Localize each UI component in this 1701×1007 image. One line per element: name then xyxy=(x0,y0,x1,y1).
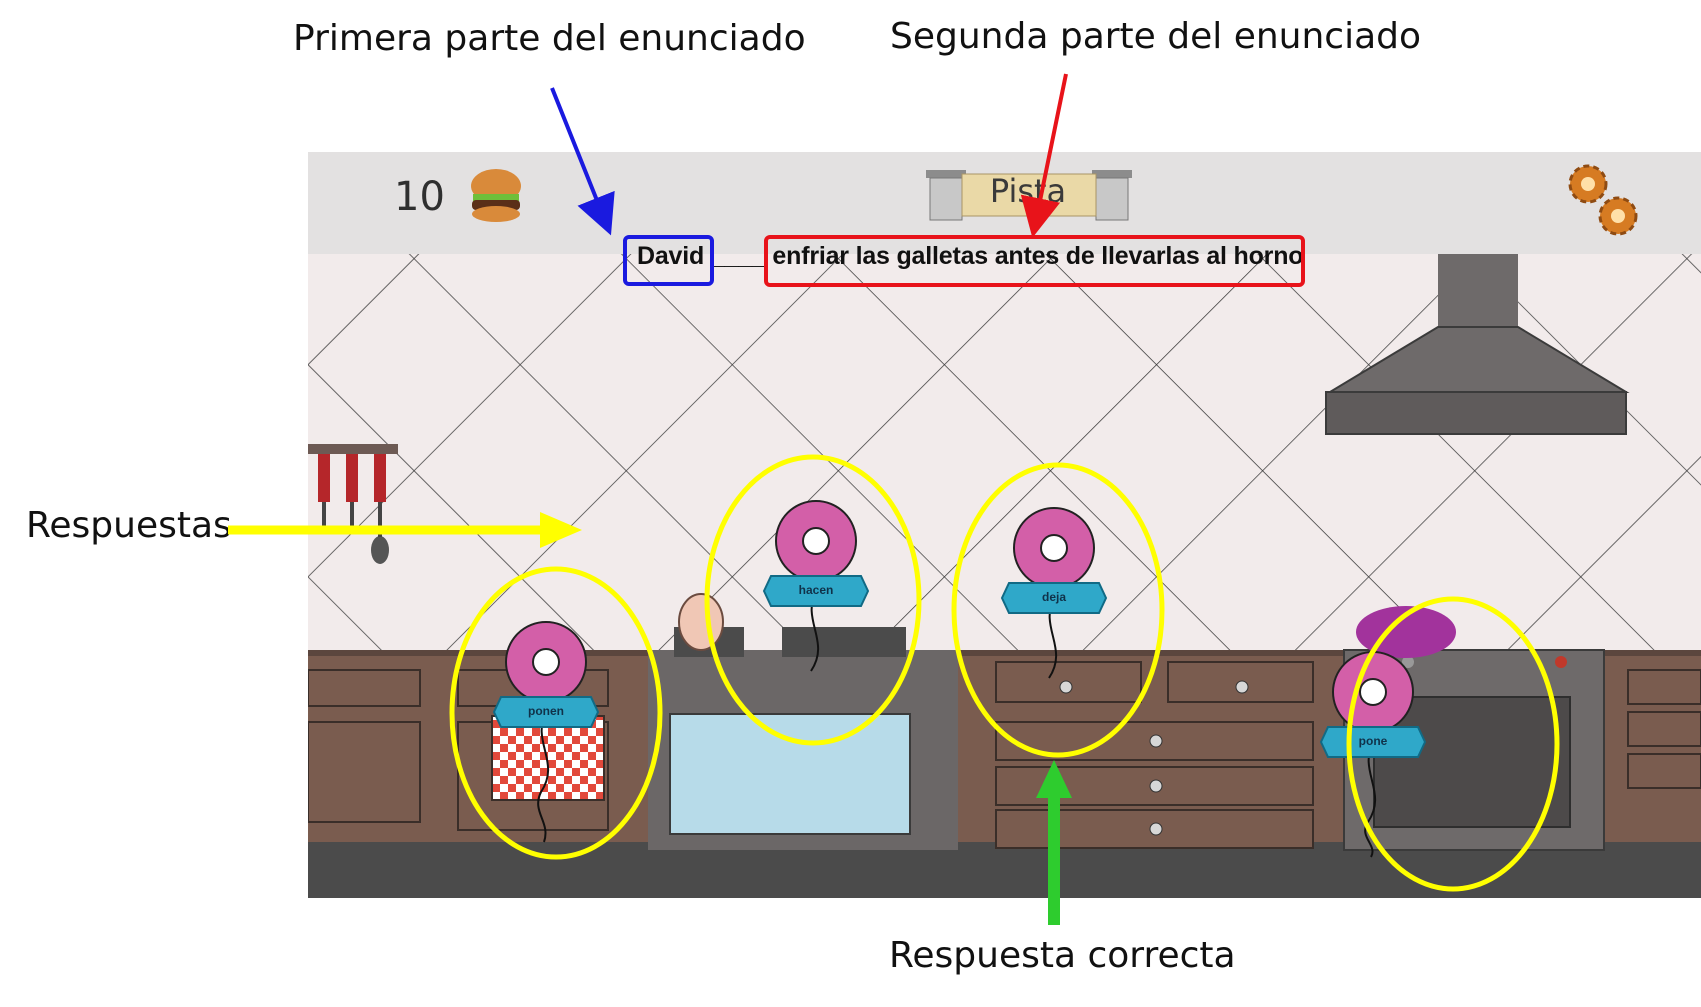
correct-answer-arrow-head xyxy=(1036,760,1072,798)
answer-highlight-deja xyxy=(951,462,1165,758)
correct-answer-arrow-shaft xyxy=(1048,790,1060,925)
annotation-overlay xyxy=(228,73,1560,925)
answers-arrow-head xyxy=(540,512,582,548)
answer-highlight-pone xyxy=(1346,596,1560,892)
answer-highlight-hacen xyxy=(704,454,922,746)
second-part-arrow xyxy=(1020,73,1068,238)
answer-highlight-ponen xyxy=(449,566,663,860)
first-part-arrow xyxy=(550,87,615,236)
